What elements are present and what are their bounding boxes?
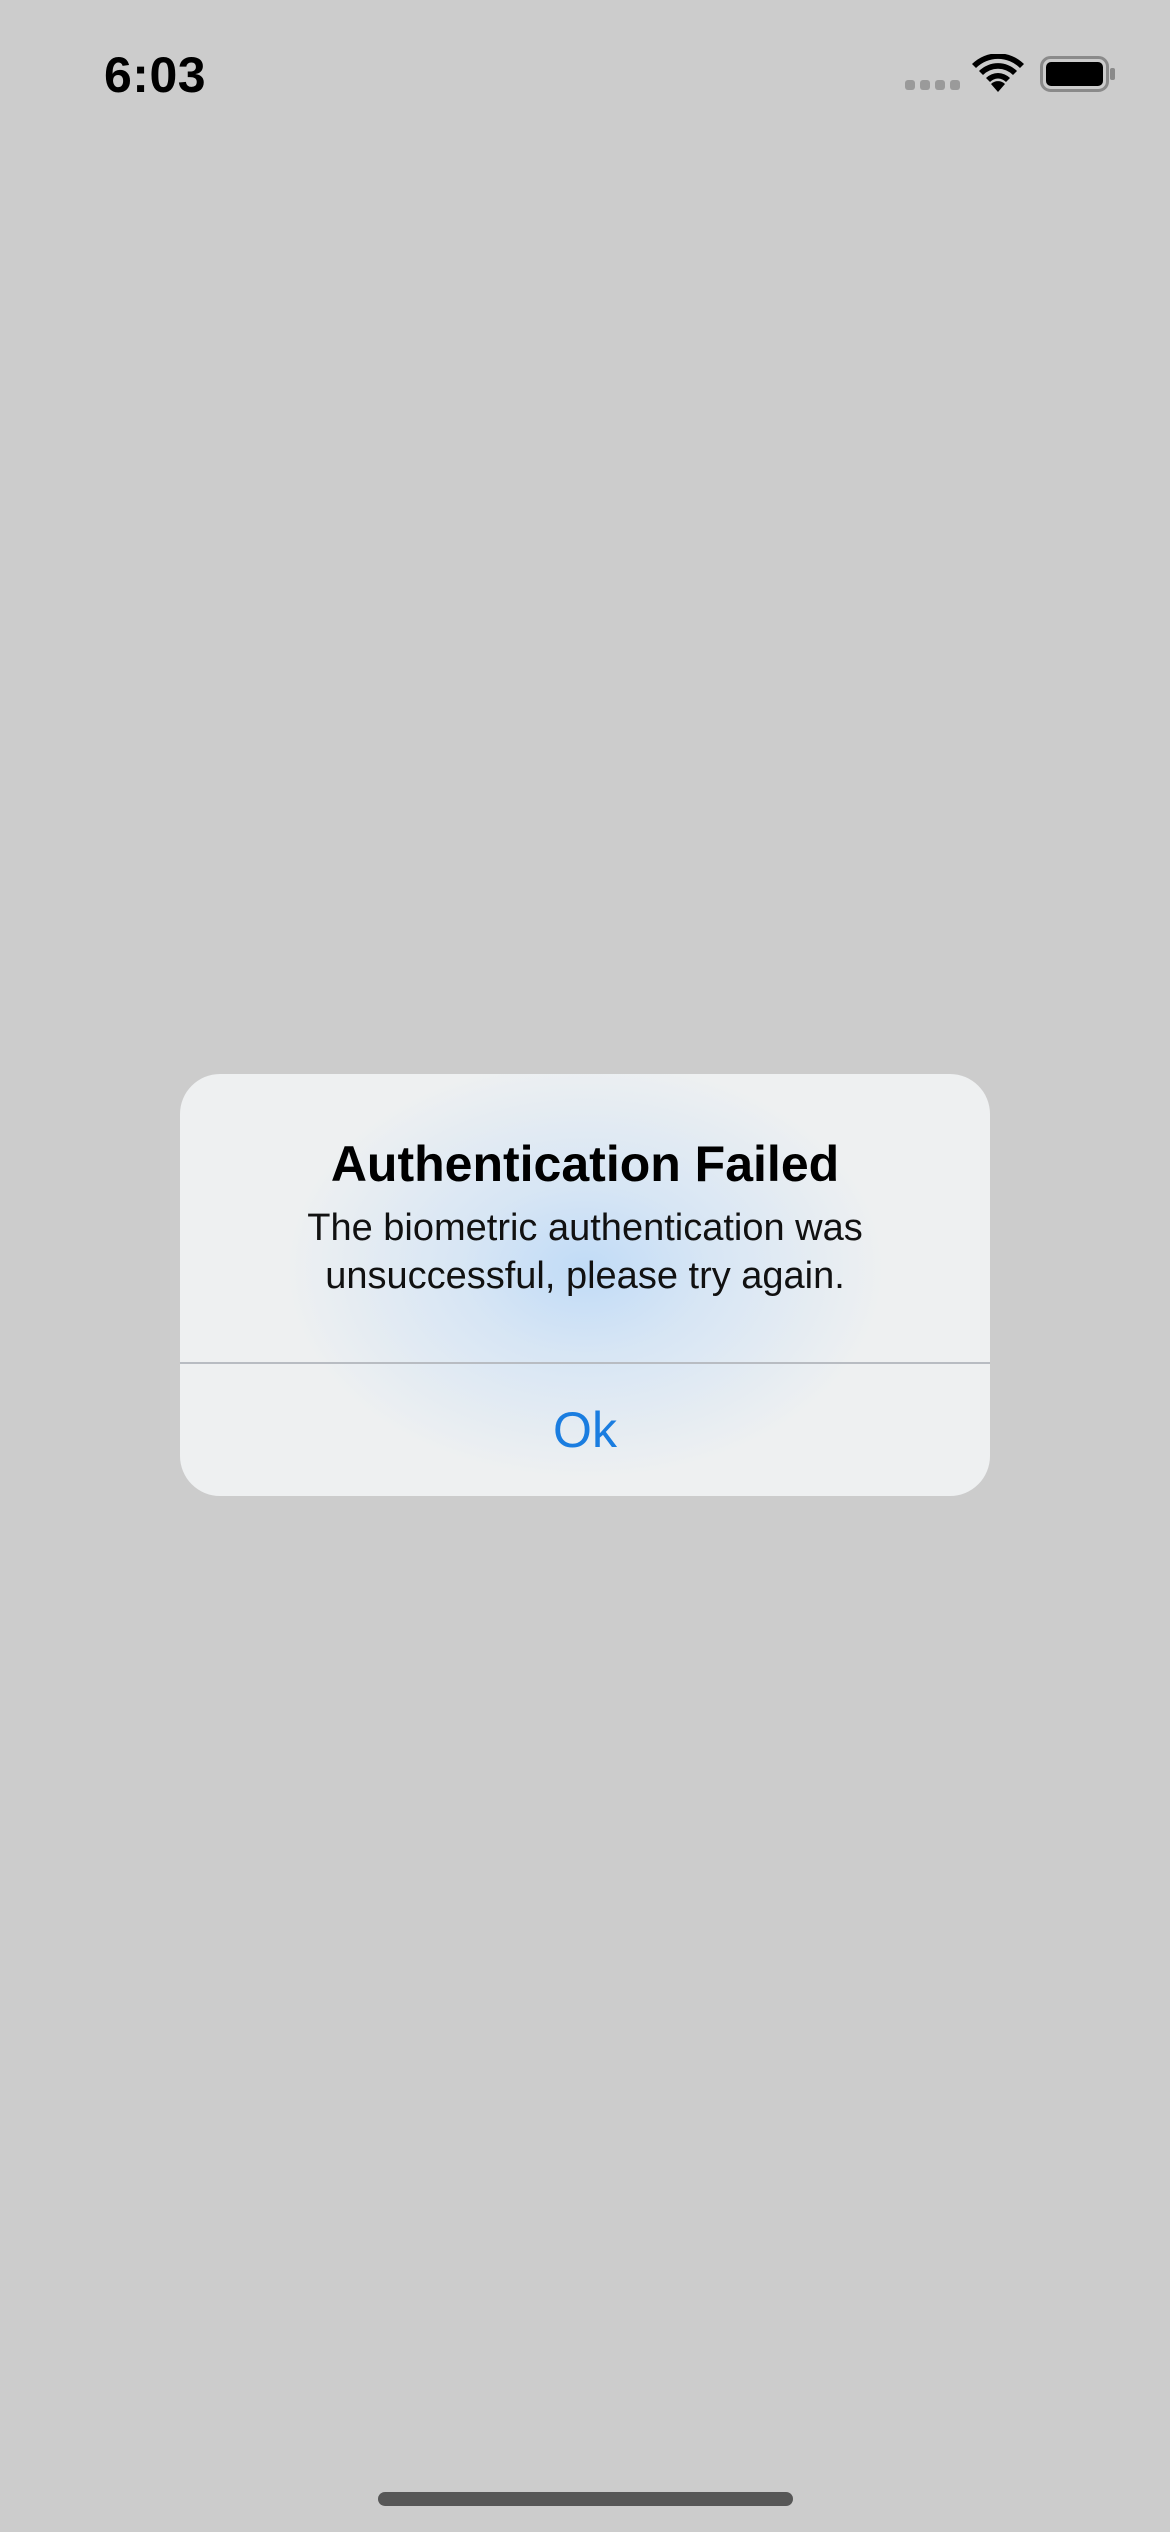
status-time: 6:03 [104,47,207,103]
alert-title: Authentication Failed [330,1136,840,1192]
home-indicator[interactable] [378,2492,793,2506]
ok-button-label: Ok [553,1402,617,1458]
alert-content: Authentication Failed The biometric auth… [180,1074,990,1362]
wifi-icon [972,53,1024,94]
alert-dialog: Authentication Failed The biometric auth… [180,1074,990,1496]
status-bar: 6:03 [0,0,1170,150]
battery-icon [1040,56,1116,92]
alert-message: The biometric authentication was unsucce… [307,1207,863,1297]
screen: 6:03 Authentication Failed The biometric… [0,0,1170,2532]
cellular-signal-icon [905,80,961,92]
ok-button[interactable]: Ok [180,1364,990,1496]
